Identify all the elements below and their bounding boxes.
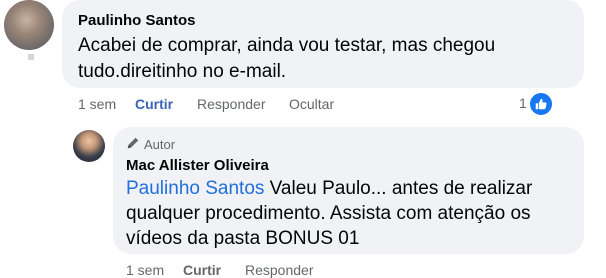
thread-connector (28, 54, 34, 60)
reply-text-line2: qualquer procedimento. Assista com atenç… (126, 203, 531, 224)
author-badge: Autor (126, 136, 175, 153)
avatar[interactable] (4, 0, 54, 50)
author-badge-label: Autor (144, 137, 176, 152)
pencil-icon (126, 136, 140, 153)
reply-responder-button[interactable]: Responder (245, 262, 314, 278)
like-count: 1 (519, 95, 527, 111)
comment-author[interactable]: Paulinho Santos (78, 12, 196, 29)
curtir-button[interactable]: Curtir (135, 96, 173, 112)
comment-text-line1: Acabei de comprar, ainda vou testar, mas… (78, 35, 496, 56)
reply-curtir-button[interactable]: Curtir (183, 262, 221, 278)
reply-text-line3: vídeos da pasta BONUS 01 (126, 228, 360, 249)
ocultar-button[interactable]: Ocultar (289, 96, 334, 112)
thumbs-up-icon (529, 92, 553, 116)
responder-button[interactable]: Responder (197, 96, 266, 112)
comment-bubble: Paulinho Santos Acabei de comprar, ainda… (62, 0, 584, 88)
mention-link[interactable]: Paulinho Santos (126, 178, 264, 199)
reply-text-line1: Paulinho Santos Valeu Paulo... antes de … (126, 176, 532, 202)
reply-text-line1-rest: Valeu Paulo... antes de realizar (264, 178, 533, 199)
reply-author[interactable]: Mac Allister Oliveira (126, 157, 269, 174)
reply-timestamp[interactable]: 1 sem (126, 262, 164, 278)
reply-avatar[interactable] (73, 130, 105, 162)
comment-timestamp[interactable]: 1 sem (78, 96, 116, 112)
comment-text-line2: tudo.direitinho no e-mail. (78, 61, 287, 82)
